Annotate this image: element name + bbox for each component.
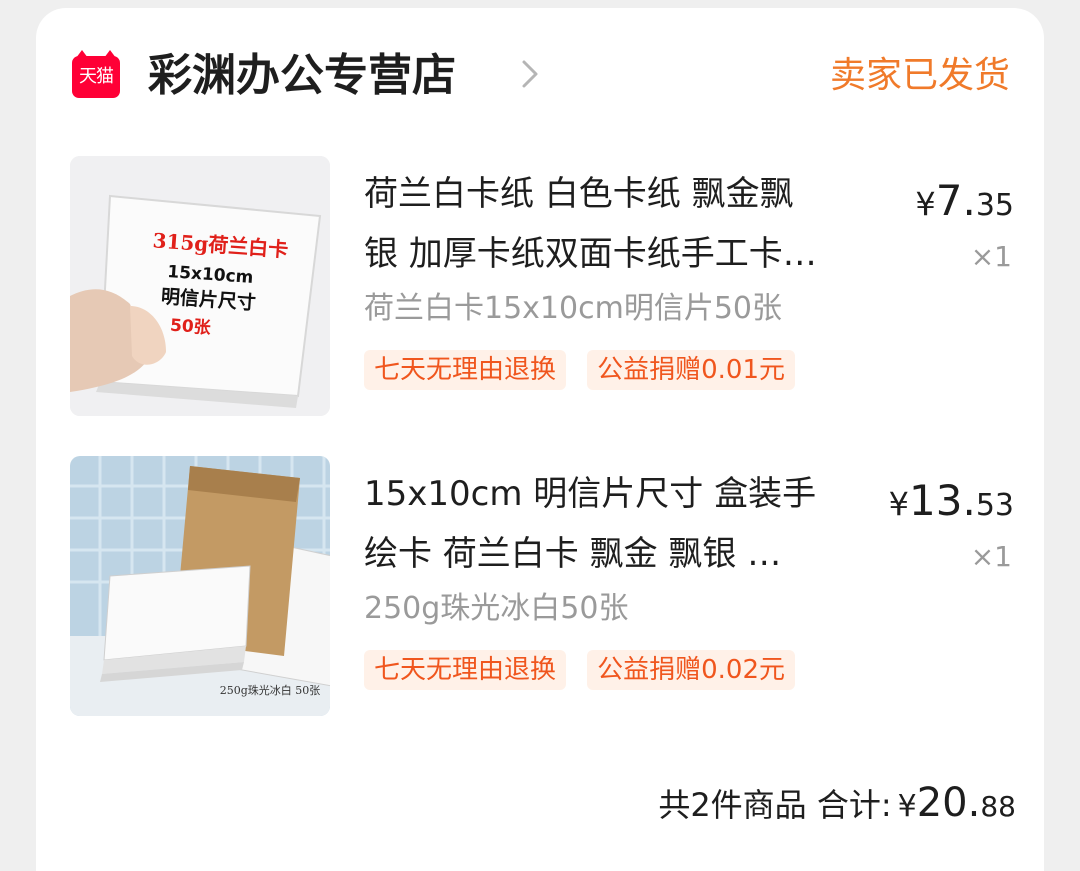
product-title[interactable]: 荷兰白卡纸 白色卡纸 飘金飘 银 加厚卡纸双面卡纸手工卡…	[364, 164, 894, 284]
order-total: 共2件商品 合计: ¥20.88	[658, 780, 1016, 826]
item-quantity: ×1	[970, 240, 1012, 273]
service-tags: 七天无理由退换 公益捐赠0.02元	[364, 650, 811, 694]
product-title-line: 荷兰白卡纸 白色卡纸 飘金飘	[364, 174, 794, 214]
order-item[interactable]: 315g荷兰白卡 15x10cm 明信片尺寸 50张 荷兰白卡纸 白色卡纸 飘金…	[36, 148, 1044, 438]
currency-symbol: ¥	[888, 485, 910, 523]
product-sku: 250g珠光冰白50张	[364, 591, 629, 626]
currency-symbol: ¥	[897, 789, 917, 824]
price-decimal: 35	[975, 188, 1014, 223]
product-image[interactable]: 315g荷兰白卡 15x10cm 明信片尺寸 50张	[70, 156, 330, 416]
service-tags: 七天无理由退换 公益捐赠0.01元	[364, 350, 811, 394]
tmall-logo: 天猫	[72, 50, 120, 98]
order-item[interactable]: 250g珠光冰白 50张 15x10cm 明信片尺寸 盒装手 绘卡 荷兰白卡 飘…	[36, 448, 1044, 738]
service-tag: 公益捐赠0.02元	[587, 650, 796, 690]
image-text: 50张	[169, 316, 212, 339]
price-integer: 7.	[935, 176, 976, 225]
chevron-right-icon[interactable]	[510, 54, 550, 94]
service-tag: 七天无理由退换	[364, 650, 567, 690]
item-price: ¥7.35	[915, 176, 1014, 225]
service-tag: 七天无理由退换	[364, 350, 567, 390]
shop-header[interactable]: 天猫 彩渊办公专营店 卖家已发货	[36, 8, 1044, 138]
product-title[interactable]: 15x10cm 明信片尺寸 盒装手 绘卡 荷兰白卡 飘金 飘银 …	[364, 464, 894, 584]
product-image[interactable]: 250g珠光冰白 50张	[70, 456, 330, 716]
product-title-line: 绘卡 荷兰白卡 飘金 飘银 …	[364, 534, 782, 574]
item-quantity: ×1	[970, 540, 1012, 573]
order-card: 天猫 彩渊办公专营店 卖家已发货 315g荷兰白卡 15x10cm 明信片尺寸 …	[36, 8, 1044, 871]
product-title-line: 15x10cm 明信片尺寸 盒装手	[364, 474, 817, 514]
currency-symbol: ¥	[915, 185, 936, 223]
price-integer: 13.	[909, 476, 976, 525]
product-sku: 荷兰白卡15x10cm明信片50张	[364, 291, 782, 326]
image-text: 250g珠光冰白 50张	[220, 683, 321, 697]
service-tag: 公益捐赠0.01元	[587, 350, 796, 390]
total-label: 共2件商品 合计:	[658, 786, 892, 824]
total-decimal: 88	[980, 790, 1016, 823]
item-price: ¥13.53	[889, 476, 1014, 525]
order-status: 卖家已发货	[829, 55, 1010, 96]
total-integer: 20.	[916, 780, 981, 826]
product-title-line: 银 加厚卡纸双面卡纸手工卡…	[364, 234, 817, 274]
shop-name[interactable]: 彩渊办公专营店	[148, 46, 456, 106]
price-decimal: 53	[975, 488, 1014, 523]
